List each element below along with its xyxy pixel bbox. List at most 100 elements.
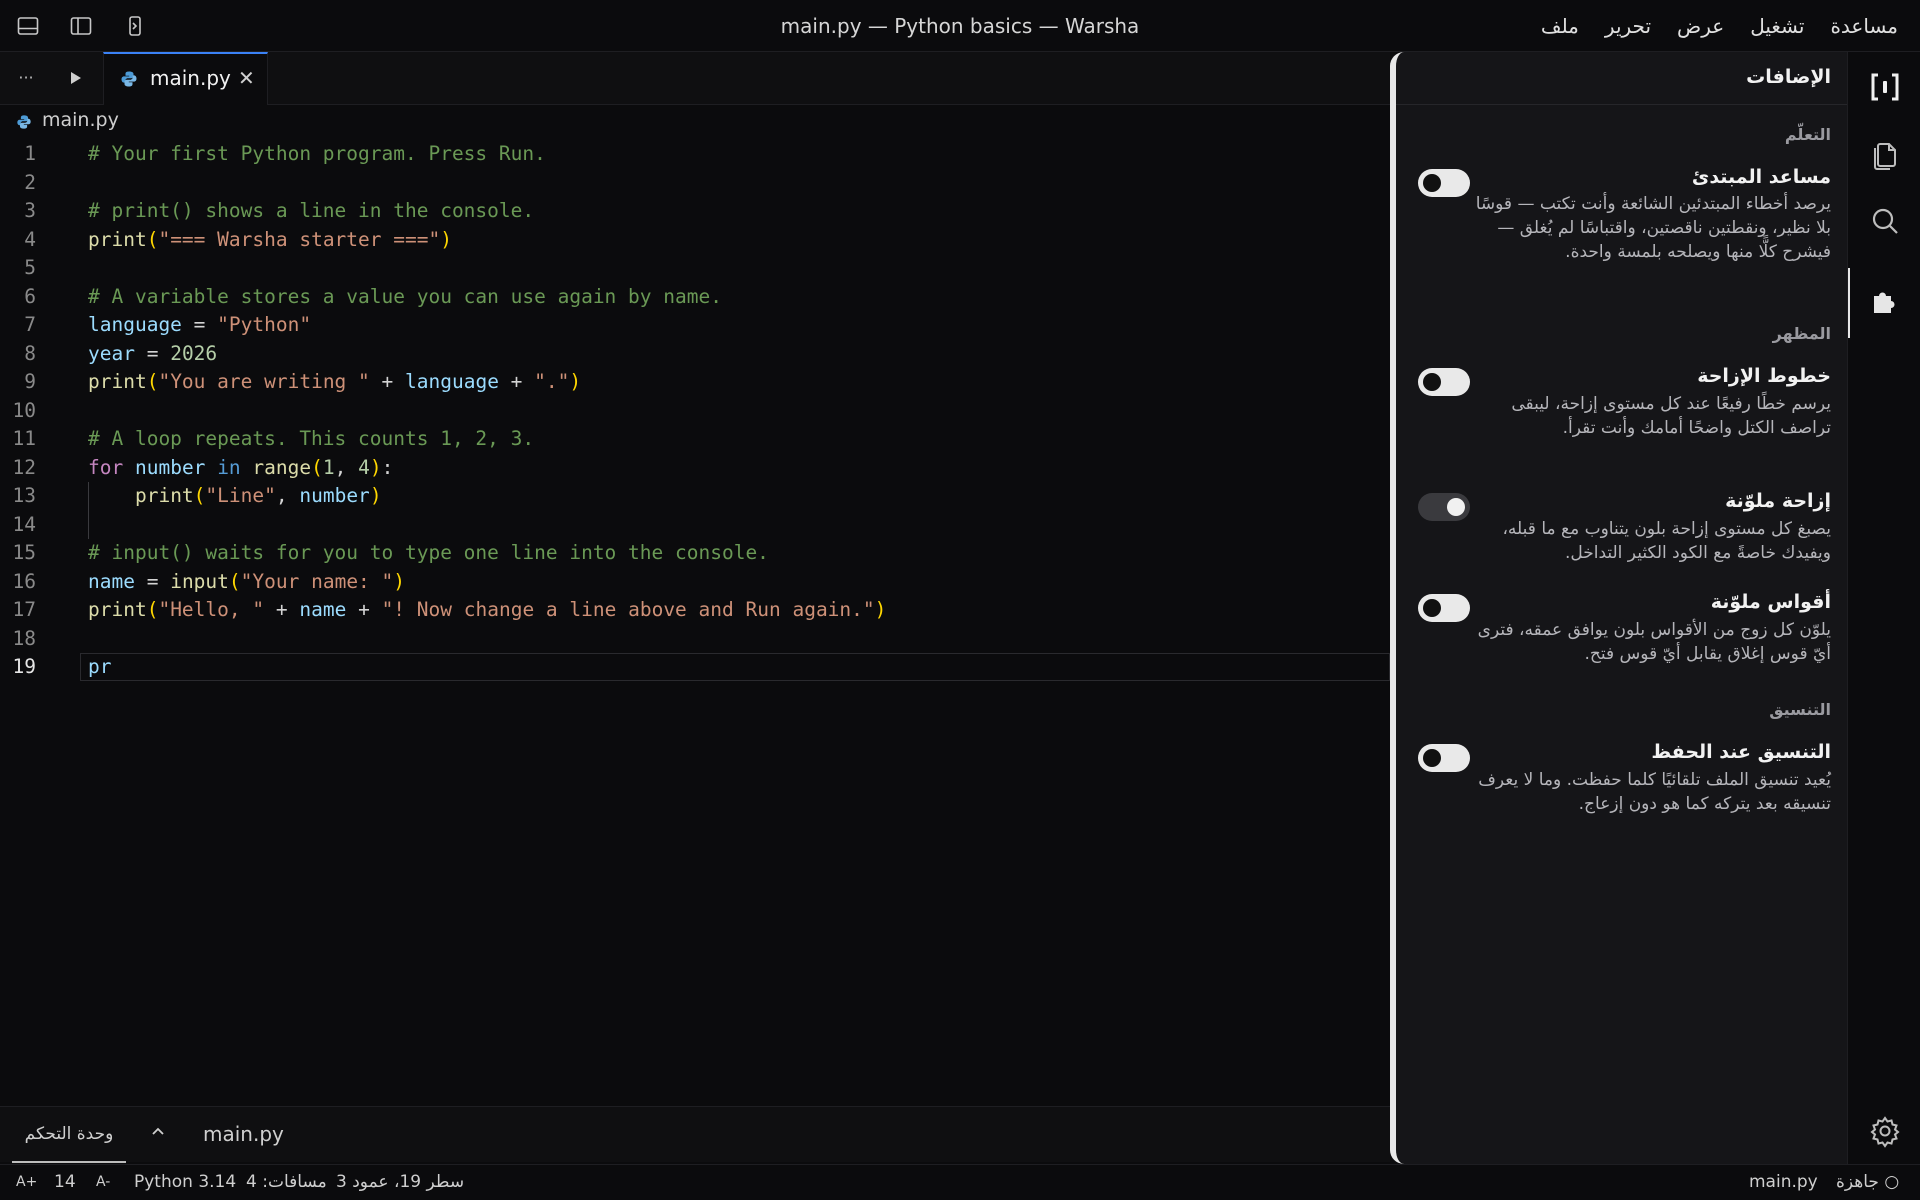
- setting-colored-indent-title: إزاحة ملوّنة: [1725, 490, 1831, 512]
- code-line[interactable]: 10: [0, 397, 1390, 426]
- code-token: pr: [88, 655, 112, 678]
- breadcrumb-file[interactable]: main.py: [42, 109, 119, 131]
- line-number: 19: [12, 655, 36, 678]
- code-line[interactable]: 2: [0, 169, 1390, 198]
- active-indicator: [1848, 268, 1850, 338]
- code-token: +: [369, 370, 406, 393]
- code-token: "You are writing ": [158, 370, 370, 393]
- line-number: 2: [24, 170, 36, 194]
- toggle-colored-brackets[interactable]: [1418, 594, 1470, 622]
- toggle-beginner-helper[interactable]: [1418, 169, 1470, 197]
- play-icon: [71, 72, 81, 84]
- logo-icon[interactable]: [1868, 70, 1902, 104]
- toggle-format-on-save[interactable]: [1418, 744, 1470, 772]
- code-line[interactable]: 16 name = input("Your name: "): [0, 568, 1390, 597]
- code-token: (: [146, 370, 159, 393]
- code-token: # A loop repeats. This counts 1, 2, 3.: [88, 427, 535, 450]
- code-token: print: [88, 227, 147, 251]
- code-token: # A variable stores a value you can use …: [88, 284, 722, 308]
- menu-edit[interactable]: تحرير: [1605, 14, 1651, 38]
- code-token: :: [381, 455, 394, 479]
- code-token: (: [146, 227, 159, 251]
- code-text: # print() shows a line in the console.: [88, 197, 534, 226]
- code-line[interactable]: 15 # input() waits for you to type one li…: [0, 539, 1390, 568]
- line-number: 12: [12, 455, 36, 479]
- code-token: print: [134, 484, 194, 507]
- code-token: +: [498, 370, 535, 393]
- line-number: 10: [12, 398, 36, 422]
- settings-gear-icon[interactable]: [1868, 1114, 1902, 1148]
- font-size-value: 14: [54, 1172, 76, 1192]
- code-line[interactable]: 19 pr: [0, 653, 1390, 682]
- more-actions-button[interactable]: ···: [14, 66, 38, 90]
- code-line[interactable]: 4 print("=== Warsha starter ==="): [0, 226, 1390, 255]
- tab-main-py[interactable]: main.py ✕: [103, 52, 268, 105]
- code-text: language = "Python": [88, 311, 311, 340]
- code-token: ,: [275, 484, 300, 507]
- code-token: "! Now change a line above and Run again…: [381, 598, 875, 621]
- toggle-colored-indent[interactable]: [1418, 493, 1470, 521]
- setting-format-on-save-title: التنسيق عند الحفظ: [1651, 741, 1831, 763]
- code-line[interactable]: 8 year = 2026: [0, 340, 1390, 369]
- toggle-indent-guides[interactable]: [1418, 368, 1470, 396]
- console-tab[interactable]: وحدة التحكم: [12, 1107, 126, 1163]
- setting-beginner-helper-title: مساعد المبتدئ: [1691, 166, 1831, 188]
- code-text: for number in range(1, 4):: [88, 454, 393, 483]
- setting-colored-indent-desc: يصبغ كل مستوى إزاحة بلون يتناوب مع ما قب…: [1502, 519, 1831, 563]
- code-editor[interactable]: 1 # Your first Python program. Press Run.…: [0, 140, 1390, 1105]
- cursor-position[interactable]: سطر 19، عمود 3: [336, 1172, 464, 1192]
- code-line[interactable]: 7 language = "Python": [0, 311, 1390, 340]
- code-line[interactable]: 12 for number in range(1, 4):: [0, 454, 1390, 483]
- code-line[interactable]: 6 # A variable stores a value you can use…: [0, 283, 1390, 312]
- indent-spaces[interactable]: مسافات: 4: [246, 1172, 327, 1192]
- code-line[interactable]: 9 print("You are writing " + language + "…: [0, 368, 1390, 397]
- menu-view[interactable]: عرض: [1677, 14, 1724, 38]
- code-line[interactable]: 17 print("Hello, " + name + "! Now change…: [0, 596, 1390, 625]
- code-line[interactable]: 14: [0, 511, 1390, 540]
- run-button[interactable]: [63, 66, 87, 90]
- font-decrease-button[interactable]: A-: [96, 1174, 110, 1190]
- current-line-highlight: [80, 653, 1390, 681]
- code-token: ,: [334, 455, 359, 479]
- code-token: print: [88, 598, 147, 621]
- code-line[interactable]: 3 # print() shows a line in the console.: [0, 197, 1390, 226]
- line-number: 8: [24, 341, 36, 365]
- code-text: print("=== Warsha starter ==="): [88, 226, 452, 255]
- title-bar: main.py — Python basics — Warsha ملف تحر…: [0, 0, 1920, 52]
- code-line[interactable]: 18: [0, 625, 1390, 654]
- line-number: 9: [24, 370, 36, 393]
- menu-file[interactable]: ملف: [1541, 14, 1579, 38]
- code-text: # A variable stores a value you can use …: [88, 283, 722, 312]
- python-file-icon: [121, 71, 137, 87]
- code-line[interactable]: 13 print("Line", number): [0, 482, 1390, 511]
- menu-run[interactable]: تشغيل: [1750, 14, 1804, 38]
- code-line[interactable]: 5: [0, 254, 1390, 283]
- line-number: 17: [12, 598, 36, 621]
- search-icon[interactable]: [1868, 204, 1902, 238]
- mobile-device-icon[interactable]: [123, 14, 147, 38]
- toggle-sidebar-icon[interactable]: [69, 14, 93, 38]
- code-token: "Your name: ": [240, 569, 394, 593]
- files-icon[interactable]: [1868, 138, 1902, 172]
- language-mode[interactable]: Python 3.14: [134, 1172, 236, 1192]
- line-number: 16: [12, 569, 36, 593]
- close-tab-icon[interactable]: ✕: [238, 66, 255, 90]
- divider: [1396, 104, 1847, 105]
- line-number: 4: [24, 227, 36, 251]
- extensions-icon[interactable]: [1868, 284, 1902, 318]
- code-token: ): [874, 598, 887, 621]
- code-line[interactable]: 11 # A loop repeats. This counts 1, 2, 3.: [0, 425, 1390, 454]
- code-line[interactable]: 1 # Your first Python program. Press Run.: [0, 140, 1390, 169]
- setting-colored-brackets-desc: يلوّن كل زوج من الأقواس بلون يوافق عمقه،…: [1477, 620, 1831, 664]
- font-increase-button[interactable]: A+: [16, 1174, 37, 1190]
- chevron-up-icon[interactable]: [149, 1123, 167, 1146]
- menu-help[interactable]: مساعدة: [1830, 14, 1898, 38]
- code-token: "Python": [217, 313, 312, 336]
- code-token: ): [440, 227, 452, 251]
- code-token: # print() shows a line in the console.: [88, 199, 535, 222]
- line-number: 1: [24, 142, 36, 165]
- toggle-bottom-panel-icon[interactable]: [16, 14, 40, 38]
- code-token: 1: [322, 455, 335, 479]
